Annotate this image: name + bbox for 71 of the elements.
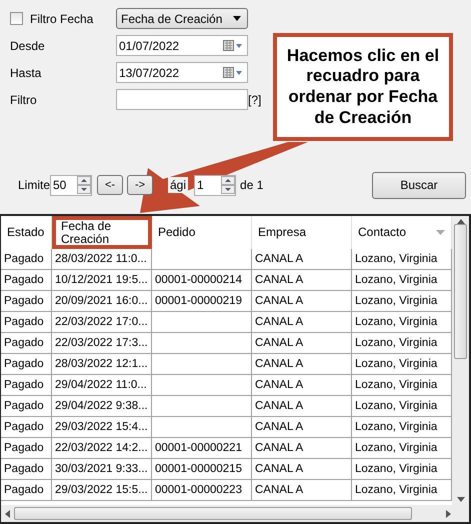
- sort-caret-icon: [436, 230, 445, 236]
- limit-spinner[interactable]: 50: [50, 174, 92, 196]
- table-cell: Pagado: [1, 354, 52, 375]
- table-cell: CANAL A: [252, 333, 352, 354]
- table-cell: CANAL A: [252, 312, 352, 333]
- scroll-right-icon[interactable]: [446, 510, 451, 518]
- table-cell: 29/04/2022 11:0...: [52, 375, 152, 396]
- table-cell: CANAL A: [252, 249, 352, 270]
- search-button[interactable]: Buscar: [372, 172, 466, 198]
- table-cell: Pagado: [1, 396, 52, 417]
- calendar-icon[interactable]: [223, 40, 243, 52]
- table-cell: 00001-00000219: [152, 291, 252, 312]
- table-cell: Pagado: [1, 459, 52, 480]
- help-link[interactable]: [?]: [248, 92, 262, 106]
- table-cell: Pagado: [1, 249, 52, 270]
- table-cell: 22/03/2022 17:0...: [52, 312, 152, 333]
- table-cell: 28/03/2022 11:0...: [52, 249, 152, 270]
- scroll-left-icon[interactable]: [5, 510, 10, 518]
- table-cell: Pagado: [1, 417, 52, 438]
- table-cell: CANAL A: [252, 375, 352, 396]
- table-cell: 22/03/2022 14:2...: [52, 438, 152, 459]
- to-date-field[interactable]: 13/07/2022: [116, 62, 248, 83]
- table-cell: CANAL A: [252, 291, 352, 312]
- vertical-scrollbar[interactable]: [452, 216, 469, 505]
- table-cell: 00001-00000214: [152, 270, 252, 291]
- table-cell: 00001-00000221: [152, 438, 252, 459]
- page-label: ági: [168, 177, 188, 193]
- table-cell: Pagado: [1, 312, 52, 333]
- filter-input-field[interactable]: [116, 89, 248, 110]
- scroll-thumb[interactable]: [454, 224, 467, 359]
- table-cell: 00001-00000223: [152, 480, 252, 501]
- table-cell: 30/03/2021 9:33...: [52, 459, 152, 480]
- table-cell: CANAL A: [252, 396, 352, 417]
- table-cell: CANAL A: [252, 417, 352, 438]
- checkbox-label: Filtro Fecha: [30, 12, 94, 26]
- table-cell: Pagado: [1, 375, 52, 396]
- horizontal-scrollbar[interactable]: [1, 505, 469, 522]
- table-cell: CANAL A: [252, 459, 352, 480]
- previous-button[interactable]: <-: [97, 175, 123, 195]
- spinner-arrows-icon[interactable]: [77, 176, 91, 194]
- table-cell: 28/03/2022 12:1...: [52, 354, 152, 375]
- dropdown-caret-icon: [233, 16, 241, 21]
- table-cell: CANAL A: [252, 480, 352, 501]
- limit-label: Limite: [18, 178, 50, 192]
- table-cell: 29/03/2022 15:4...: [52, 417, 152, 438]
- table-cell: 22/03/2022 17:3...: [52, 333, 152, 354]
- table-cell: CANAL A: [252, 354, 352, 375]
- table-cell: Pagado: [1, 270, 52, 291]
- table-cell: Pagado: [1, 438, 52, 459]
- page-spinner[interactable]: 1: [194, 174, 236, 196]
- table-cell: Pagado: [1, 480, 52, 501]
- table-cell: 10/12/2021 19:5...: [52, 270, 152, 291]
- column-header[interactable]: Fecha de Creación: [52, 216, 152, 250]
- next-button[interactable]: ->: [127, 175, 153, 195]
- calendar-icon[interactable]: [223, 66, 243, 78]
- table-cell: CANAL A: [252, 270, 352, 291]
- table-cell: 20/09/2021 16:0...: [52, 291, 152, 312]
- table-cell: Pagado: [1, 291, 52, 312]
- filter-label: Filtro: [10, 92, 38, 106]
- table-cell: Pagado: [1, 333, 52, 354]
- table-cell: 00001-00000215: [152, 459, 252, 480]
- callout-text: Hacemos clic en el recuadro para ordenar por Fecha de Creación: [273, 33, 453, 141]
- table-cell: CANAL A: [252, 438, 352, 459]
- date-field-dropdown[interactable]: Fecha de Creación: [116, 8, 248, 29]
- from-date-field[interactable]: 01/07/2022: [116, 35, 248, 56]
- table-cell: 29/04/2022 9:38...: [52, 396, 152, 417]
- scroll-thumb[interactable]: [14, 507, 412, 520]
- spinner-arrows-icon[interactable]: [221, 176, 236, 194]
- scroll-down-icon[interactable]: [456, 497, 464, 502]
- table-cell: 29/03/2022 15:5...: [52, 480, 152, 501]
- checkbox[interactable]: [10, 12, 23, 25]
